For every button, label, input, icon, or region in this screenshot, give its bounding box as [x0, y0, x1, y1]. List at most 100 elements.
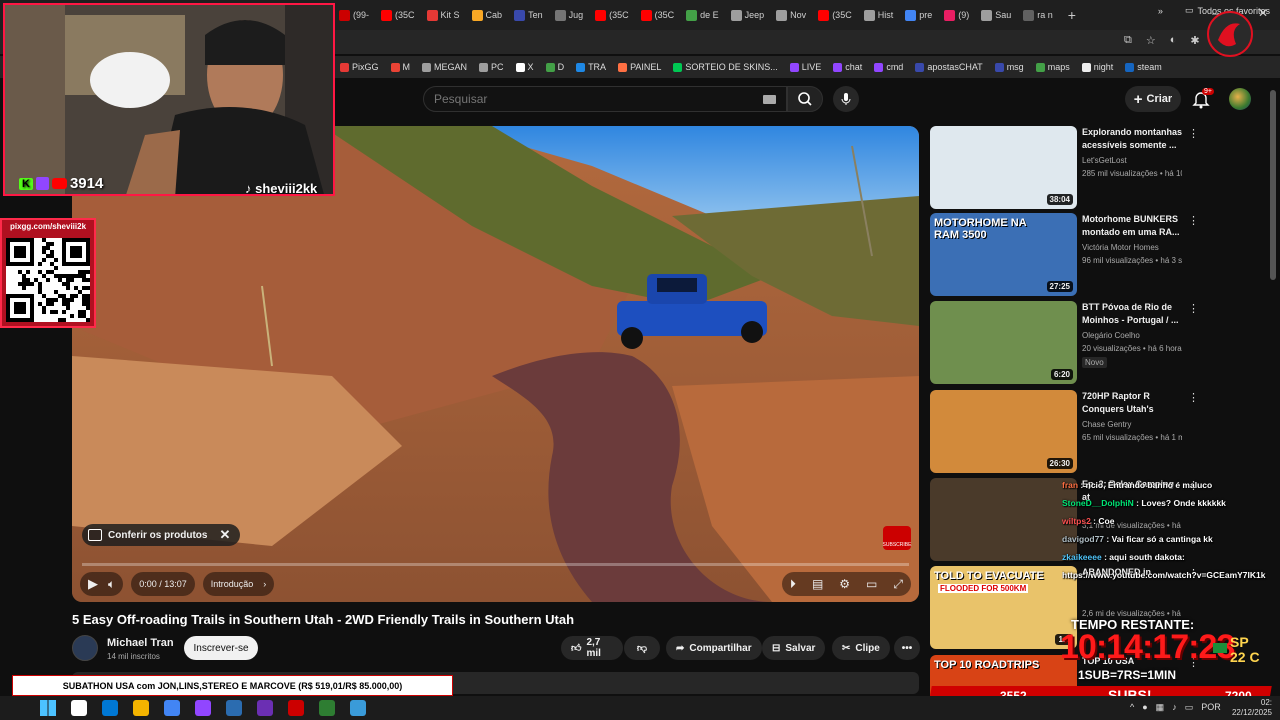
browser-tab[interactable]: (35C — [638, 5, 678, 25]
browser-tab[interactable]: Ten — [511, 5, 546, 25]
recommendation-thumbnail[interactable]: 26:30 — [930, 390, 1077, 473]
speaker-icon[interactable]: ♪ — [1172, 702, 1177, 713]
progress-bar[interactable] — [82, 563, 909, 566]
taskbar-app-icon[interactable] — [319, 700, 335, 716]
more-options-icon[interactable]: ⋮ — [1188, 214, 1199, 227]
recommendation-item[interactable]: 26:30 720HP Raptor R Conquers Utah's Most… — [930, 390, 1230, 474]
bookmark-item[interactable]: msg — [994, 62, 1024, 72]
recommendation-thumbnail[interactable]: 6:20 — [930, 301, 1077, 384]
taskbar-app-icon[interactable] — [195, 700, 211, 716]
user-avatar[interactable] — [1229, 88, 1251, 110]
browser-tab[interactable]: (35C — [815, 5, 855, 25]
clock[interactable]: 02: 22/12/2025 — [1232, 698, 1272, 718]
taskbar-app-icon[interactable] — [257, 700, 273, 716]
recommendation-item[interactable]: MOTORHOME NA RAM 3500 27:25 Motorhome BUNK… — [930, 213, 1230, 297]
recommendation-thumbnail[interactable]: MOTORHOME NA RAM 3500 27:25 — [930, 213, 1077, 296]
settings-gear-icon[interactable]: ⚙ — [839, 577, 850, 591]
close-icon[interactable]: ✕ — [219, 527, 230, 543]
more-options-icon[interactable]: ⋮ — [1188, 127, 1199, 140]
more-options-icon[interactable]: ⋮ — [1188, 391, 1199, 404]
tray-app-icon[interactable]: ● — [1142, 702, 1147, 713]
subtitles-icon[interactable]: ▤ — [812, 577, 823, 591]
bookmark-item[interactable]: D — [545, 62, 564, 72]
network-icon[interactable]: ▦ — [1156, 702, 1165, 713]
taskbar-app-icon[interactable] — [71, 700, 87, 716]
create-button[interactable]: + Criar — [1125, 86, 1181, 112]
bookmark-item[interactable]: maps — [1035, 62, 1070, 72]
recommendation-thumbnail[interactable]: 38:04 — [930, 126, 1077, 209]
taskbar-app-icon[interactable] — [164, 700, 180, 716]
page-scrollbar[interactable] — [1270, 90, 1276, 280]
bookmark-item[interactable]: apostasCHAT — [915, 62, 983, 72]
keyboard-icon[interactable] — [763, 95, 776, 104]
recommendation-thumbnail[interactable]: TOLD TO EVACUATE FLOODED FOR 500KM 1:2 — [930, 566, 1077, 649]
save-button[interactable]: ⊟ Salvar — [762, 636, 826, 660]
like-button[interactable]: 👍︎ 2,7 mil — [561, 636, 623, 660]
video-player[interactable]: Conferir os produtos ✕ SUBSCRIBE ▶ 🔈︎ 0:… — [72, 126, 919, 602]
bookmark-item[interactable]: M — [390, 62, 410, 72]
star-icon[interactable]: ☆ — [1146, 34, 1156, 47]
bookmark-item[interactable]: MEGAN — [422, 62, 467, 72]
search-button[interactable] — [787, 86, 823, 112]
dislike-button[interactable]: 👎︎ — [624, 636, 660, 660]
taskbar-app-icon[interactable] — [350, 700, 366, 716]
fullscreen-icon[interactable]: ⤢ — [893, 577, 903, 592]
recommendation-item[interactable]: 38:04 Explorando montanhas acessíveis som… — [930, 126, 1230, 210]
channel-avatar[interactable] — [72, 635, 98, 661]
bookmark-item[interactable]: chat — [833, 62, 862, 72]
subscribe-watermark[interactable]: SUBSCRIBE — [883, 526, 911, 550]
browser-tab[interactable]: ra n — [1020, 5, 1056, 25]
browser-tab[interactable]: (99- — [336, 5, 372, 25]
browser-tab[interactable]: Sau — [978, 5, 1014, 25]
browser-tab[interactable]: (35C — [378, 5, 418, 25]
browser-tab[interactable]: Jeep — [728, 5, 768, 25]
browser-tab[interactable]: (9) — [941, 5, 972, 25]
more-actions-button[interactable]: ••• — [894, 636, 920, 660]
search-input[interactable] — [434, 92, 734, 106]
browser-tab[interactable]: (35C — [592, 5, 632, 25]
chapter-button[interactable]: Introdução › — [202, 572, 275, 596]
browser-tab[interactable]: Hist — [861, 5, 897, 25]
bookmarks-more-button[interactable]: » — [1158, 6, 1163, 16]
recommendation-thumbnail[interactable] — [930, 478, 1077, 561]
taskbar-app-icon[interactable] — [288, 700, 304, 716]
bookmark-item[interactable]: PAINEL — [618, 62, 661, 72]
taskbar-app-icon[interactable] — [133, 700, 149, 716]
browser-tab[interactable]: Kit S — [424, 5, 463, 25]
bookmark-item[interactable]: LIVE — [789, 62, 821, 72]
new-tab-button[interactable]: + — [1068, 7, 1076, 23]
battery-icon[interactable]: ▭ — [1185, 702, 1194, 713]
autoplay-toggle-icon[interactable]: ⏵ — [790, 577, 796, 592]
taskbar-app-icon[interactable] — [226, 700, 242, 716]
theater-mode-icon[interactable]: ▭ — [866, 577, 877, 591]
screenshot-icon[interactable]: ⧉ — [1124, 34, 1132, 47]
play-icon[interactable]: ▶ — [88, 576, 98, 592]
share-button[interactable]: ➦ Compartilhar — [666, 636, 762, 660]
bookmark-item[interactable]: PC — [479, 62, 504, 72]
browser-tab[interactable]: Cab — [469, 5, 506, 25]
bookmark-item[interactable]: X — [515, 62, 534, 72]
recommendation-item[interactable]: 6:20 BTT Póvoa de Rio de Moinhos - Portug… — [930, 301, 1230, 385]
volume-icon[interactable]: 🔈︎ — [108, 577, 115, 592]
windows-start-icon[interactable] — [40, 700, 56, 716]
more-options-icon[interactable]: ⋮ — [1188, 302, 1199, 315]
subscribe-button[interactable]: Inscrever-se — [184, 636, 258, 660]
bookmark-item[interactable]: PixGG — [340, 62, 379, 72]
channel-name[interactable]: Michael Tran — [107, 637, 174, 649]
clip-button[interactable]: ✂ Clipe — [832, 636, 890, 660]
bookmark-item[interactable]: night — [1081, 62, 1113, 72]
products-chip[interactable]: Conferir os produtos ✕ — [82, 524, 241, 546]
bookmark-item[interactable]: cmd — [874, 62, 903, 72]
bookmark-item[interactable]: SORTEIO DE SKINS... — [673, 62, 778, 72]
browser-tab[interactable]: Nov — [773, 5, 809, 25]
puzzle-icon[interactable]: ✱ — [1190, 34, 1199, 47]
bookmark-item[interactable]: TRA — [576, 62, 606, 72]
tray-chevron-icon[interactable]: ^ — [1130, 702, 1134, 713]
browser-tab[interactable]: de E — [683, 5, 722, 25]
language-indicator[interactable]: POR — [1201, 702, 1221, 713]
voice-search-button[interactable] — [833, 86, 859, 112]
browser-tab[interactable]: Jug — [552, 5, 587, 25]
taskbar-app-icon[interactable] — [102, 700, 118, 716]
extension-icon[interactable]: ◐ — [1170, 34, 1177, 47]
bookmark-item[interactable]: steam — [1125, 62, 1162, 72]
